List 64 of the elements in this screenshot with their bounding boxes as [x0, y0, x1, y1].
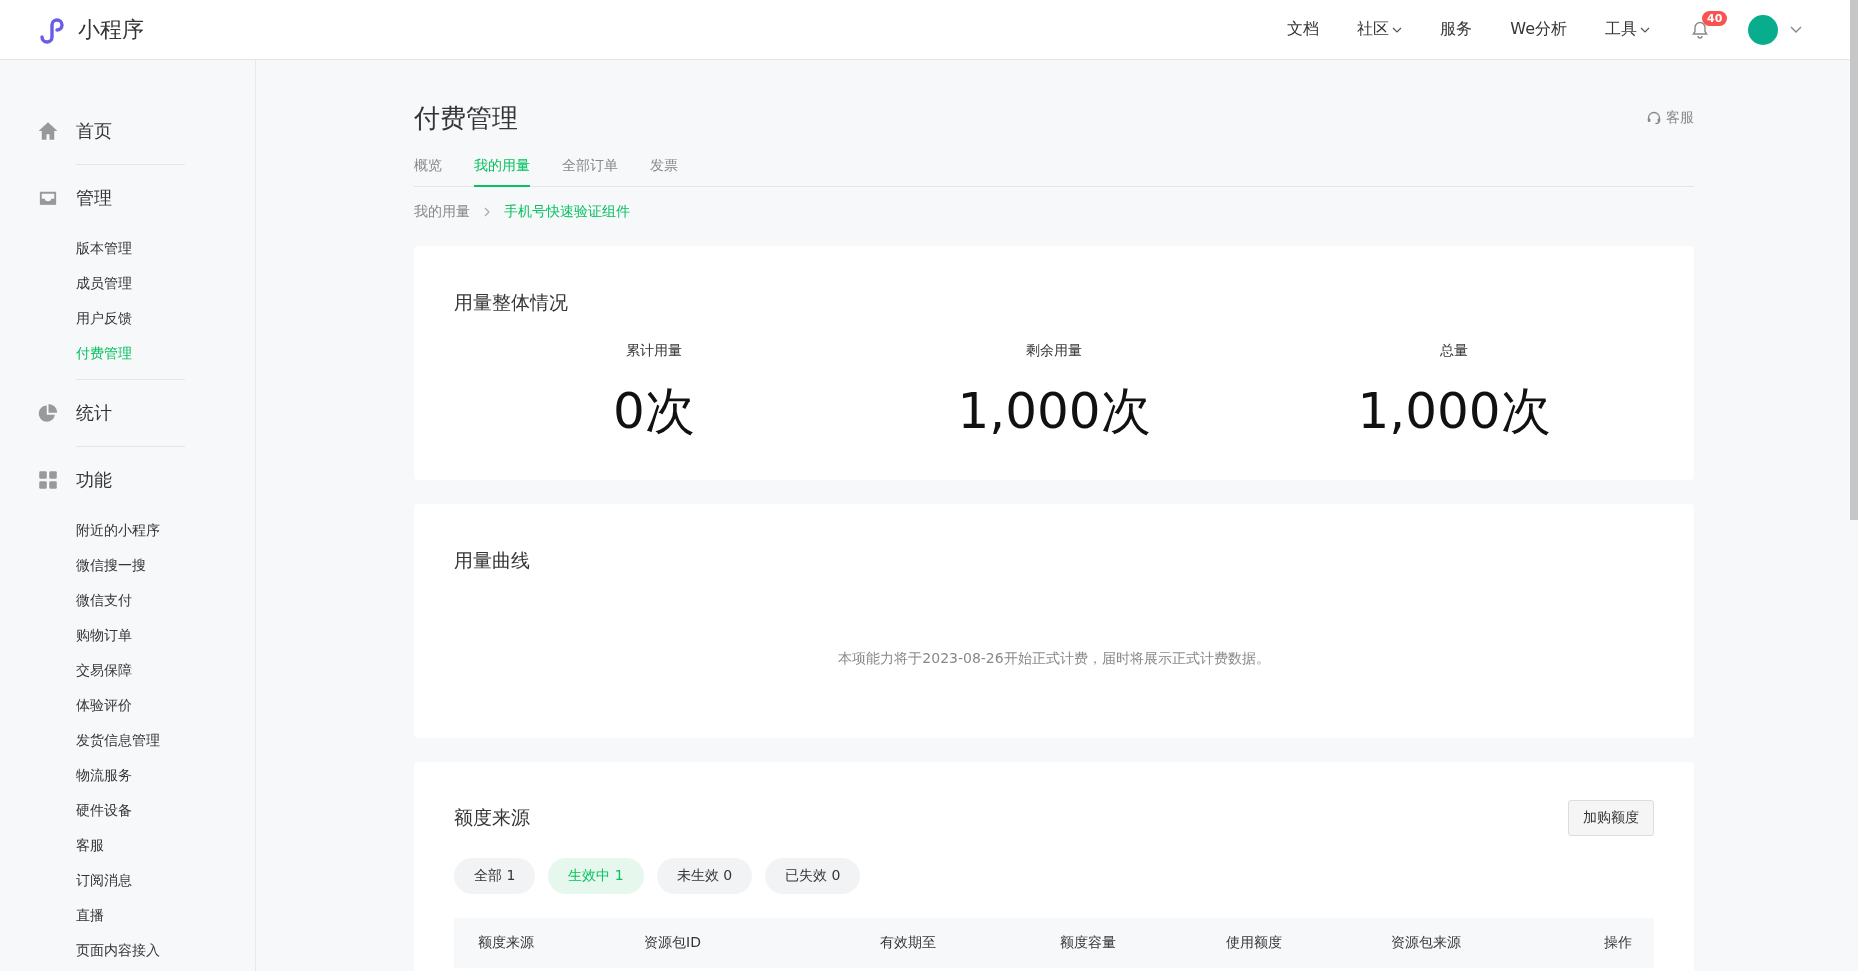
- card-title: 额度来源: [454, 805, 530, 830]
- caret-icon: [1392, 26, 1403, 33]
- grid-icon: [38, 470, 58, 490]
- home-icon: [38, 121, 58, 141]
- sidebar-item[interactable]: 硬件设备: [76, 793, 255, 828]
- scrollbar[interactable]: [1850, 0, 1858, 520]
- notification-badge: 40: [1702, 10, 1728, 26]
- stat-label: 总量: [1440, 342, 1468, 360]
- sidebar-item[interactable]: 订阅消息: [76, 863, 255, 898]
- sidebar-section[interactable]: 管理: [76, 186, 112, 210]
- sidebar-section[interactable]: 统计: [76, 401, 112, 425]
- sidebar-item[interactable]: 版本管理: [76, 231, 255, 266]
- nav-link[interactable]: 社区: [1357, 19, 1403, 40]
- column-header: 操作: [1604, 934, 1632, 952]
- sidebar-item[interactable]: 附近的小程序: [76, 513, 255, 548]
- sidebar-item[interactable]: 物流服务: [76, 758, 255, 793]
- tab[interactable]: 发票: [650, 149, 678, 187]
- sidebar-item[interactable]: 交易保障: [76, 653, 255, 688]
- filter-chip[interactable]: 已失效 0: [765, 858, 861, 894]
- nav-link[interactable]: We分析: [1510, 19, 1567, 40]
- column-header: 额度容量: [1060, 934, 1117, 952]
- buy-quota-button[interactable]: 加购额度: [1568, 800, 1654, 836]
- sidebar-item[interactable]: 微信支付: [76, 583, 255, 618]
- nav-link[interactable]: 服务: [1440, 19, 1473, 40]
- filter-chip[interactable]: 全部 1: [454, 858, 536, 894]
- sidebar-item[interactable]: 购物订单: [76, 618, 255, 653]
- stat-value: 0次: [613, 384, 695, 439]
- column-header: 资源包ID: [644, 934, 702, 952]
- sidebar-item[interactable]: 发货信息管理: [76, 723, 255, 758]
- nav-link[interactable]: 文档: [1287, 19, 1320, 40]
- breadcrumb-item[interactable]: 我的用量: [414, 203, 470, 221]
- sidebar-item[interactable]: 用户反馈: [76, 301, 255, 336]
- column-header: 有效期至: [880, 934, 937, 952]
- column-header: 资源包来源: [1391, 934, 1462, 952]
- column-header: 使用额度: [1226, 934, 1283, 952]
- brand-name[interactable]: 小程序: [78, 14, 144, 45]
- card-title: 用量整体情况: [454, 290, 569, 315]
- caret-icon: [1640, 26, 1650, 33]
- chevron-right-icon: [484, 207, 490, 217]
- pie-chart-icon: [38, 403, 58, 423]
- support-link[interactable]: 客服: [1646, 109, 1694, 127]
- sidebar-item[interactable]: 微信搜一搜: [76, 548, 255, 583]
- empty-note: 本项能力将于2023-08-26开始正式计费，届时将展示正式计费数据。: [837, 650, 1271, 668]
- filter-chip[interactable]: 未生效 0: [656, 858, 753, 894]
- sidebar-section[interactable]: 功能: [76, 468, 112, 492]
- column-header: 额度来源: [478, 934, 535, 952]
- nav-link[interactable]: 工具: [1605, 19, 1650, 40]
- sidebar-item[interactable]: 客服: [76, 828, 255, 863]
- tab[interactable]: 全部订单: [562, 149, 618, 187]
- stat-value: 1,000次: [957, 384, 1151, 439]
- stat-label: 剩余用量: [1026, 342, 1082, 360]
- sidebar-section[interactable]: 首页: [76, 119, 112, 143]
- tab[interactable]: 概览: [414, 149, 442, 187]
- sidebar-item[interactable]: 成员管理: [76, 266, 255, 301]
- caret-icon[interactable]: [1790, 25, 1802, 34]
- headset-icon: [1646, 110, 1662, 126]
- stat-label: 累计用量: [626, 342, 682, 360]
- card-title: 用量曲线: [454, 548, 531, 573]
- sidebar-item[interactable]: 体验评价: [76, 688, 255, 723]
- avatar[interactable]: [1748, 14, 1778, 45]
- page-title: 付费管理: [414, 101, 518, 135]
- stat-value: 1,000次: [1357, 384, 1551, 439]
- sidebar-item[interactable]: 页面内容接入: [76, 933, 255, 968]
- sidebar-item[interactable]: 直播: [76, 898, 255, 933]
